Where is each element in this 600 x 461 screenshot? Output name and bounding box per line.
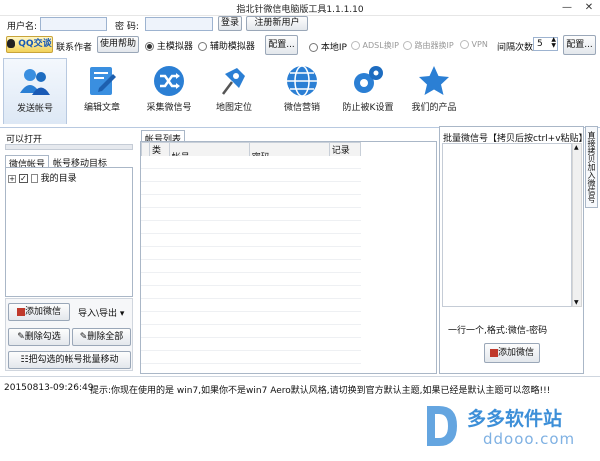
add-wechat-label: 添加微信 xyxy=(24,307,61,317)
batch-move-button[interactable]: ☷把勾选的帐号批量移动 xyxy=(8,351,131,369)
move-icon: ☷ xyxy=(20,355,29,365)
toolbar-label: 采集微信号 xyxy=(146,103,192,113)
watermark-brand: 多多软件站 xyxy=(467,408,563,430)
import-export-label: 导入\导出 xyxy=(78,309,118,319)
local-ip-option[interactable]: 本地IP xyxy=(309,40,347,53)
chevron-down-icon: ▾ xyxy=(119,309,125,319)
password-label: 密 码: xyxy=(115,22,139,32)
title-bar: 指北针微信电脑版工具1.1.1.10 — ✕ xyxy=(0,0,600,16)
add-wechat-button[interactable]: 添加微信 xyxy=(8,303,70,321)
status-timestamp: 20150813-09:26:49 xyxy=(4,383,94,393)
scroll-down-icon[interactable]: ▼ xyxy=(574,299,579,306)
watermark-url: ddooo.com xyxy=(483,430,576,448)
login-button[interactable]: 登录 xyxy=(218,16,242,31)
delete-checked-label: 删除勾选 xyxy=(24,332,61,342)
batch-wechat-panel: 批量微信号【拷贝后按ctrl+v粘贴】 ▲ ▼ 一行一个,格式:微信-密码 添加… xyxy=(439,126,588,374)
import-export-dropdown[interactable]: 导入\导出 ▾ xyxy=(78,306,124,319)
table-body xyxy=(141,156,361,373)
expand-icon[interactable]: + xyxy=(8,174,16,183)
contact-author-label: 联系作者 xyxy=(56,43,93,53)
gears-icon xyxy=(354,66,383,93)
delete-checked-button[interactable]: ✎删除勾选 xyxy=(8,328,70,346)
account-tree: + ✓ 我的目录 xyxy=(5,167,133,297)
username-input[interactable] xyxy=(40,17,107,31)
qq-chat-button[interactable]: QQ交谈 xyxy=(6,36,53,53)
add-user-icon xyxy=(16,307,25,316)
toolbar-send-accounts[interactable]: 发送帐号 xyxy=(3,58,67,124)
batch-move-label: 把勾选的帐号批量移动 xyxy=(28,355,119,365)
router-ip-option[interactable]: 路由器换IP xyxy=(403,40,454,51)
main-emulator-label: 主模拟器 xyxy=(156,42,193,52)
delete-all-button[interactable]: ✎删除全部 xyxy=(72,328,131,346)
toolbar-map-location[interactable]: 地图定位 xyxy=(202,58,266,124)
edit-document-icon xyxy=(90,67,116,95)
account-table-panel: 类型 帐号 密码 记录编号 xyxy=(140,141,437,374)
tree-node-root[interactable]: + ✓ 我的目录 xyxy=(8,171,77,184)
progress-bar xyxy=(5,144,133,150)
add-wechat-batch-label: 添加微信 xyxy=(497,348,534,358)
toolbar-wechat-marketing[interactable]: 微信营销 xyxy=(270,58,334,124)
router-ip-radio[interactable] xyxy=(403,41,412,50)
adsl-ip-label: ADSL换IP xyxy=(362,41,399,50)
batch-wechat-textarea[interactable] xyxy=(442,143,572,307)
toolbar-edit-article[interactable]: 编辑文章 xyxy=(70,58,134,124)
main-emulator-option[interactable]: 主模拟器 xyxy=(145,39,193,52)
main-emulator-radio[interactable] xyxy=(145,42,154,51)
close-icon[interactable]: ✕ xyxy=(578,1,600,15)
window-title: 指北针微信电脑版工具1.1.1.10 xyxy=(236,5,364,15)
username-label: 用户名: xyxy=(7,22,38,32)
watermark-d-icon xyxy=(427,406,457,446)
toolbar-label: 编辑文章 xyxy=(83,103,120,113)
tab-direct-paste[interactable]: 直接拷贝加入微信号 xyxy=(585,126,598,208)
aux-emulator-label: 辅助模拟器 xyxy=(209,42,255,52)
register-button[interactable]: 注册新用户 xyxy=(246,16,308,31)
router-ip-label: 路由器换IP xyxy=(414,41,454,50)
adsl-ip-radio[interactable] xyxy=(351,41,360,50)
format-hint: 一行一个,格式:微信-密码 xyxy=(448,326,548,336)
toolbar-label: 微信营销 xyxy=(283,103,320,113)
delete-all-label: 删除全部 xyxy=(87,332,124,342)
aux-emulator-option[interactable]: 辅助模拟器 xyxy=(198,39,255,52)
toolbar-label: 我们的产品 xyxy=(411,103,457,113)
tree-root-label: 我的目录 xyxy=(40,174,77,184)
adsl-ip-option[interactable]: ADSL换IP xyxy=(351,40,399,51)
interval-label: 间隔次数 xyxy=(497,43,534,53)
toolbar-our-products[interactable]: 我们的产品 xyxy=(402,58,466,124)
password-input[interactable] xyxy=(145,17,213,31)
checkbox-icon[interactable]: ✓ xyxy=(18,174,28,183)
emulator-config-button[interactable]: 配置... xyxy=(265,35,298,55)
document-icon xyxy=(30,174,38,183)
status-message: 提示:你现在使用的是 win7,如果你不是win7 Aero默认风格,请切换到官… xyxy=(90,386,551,396)
local-ip-label: 本地IP xyxy=(320,43,347,53)
toolbar-label: 地图定位 xyxy=(215,103,252,113)
interval-stepper[interactable]: 5 ▲ ▼ xyxy=(533,37,558,51)
toolbar-label: 防止被K设置 xyxy=(342,103,394,113)
qq-chat-label: QQ交谈 xyxy=(18,39,52,49)
map-pin-icon xyxy=(222,68,245,95)
vertical-scrollbar[interactable]: ▲ ▼ xyxy=(572,143,582,307)
stepper-arrows-icon[interactable]: ▲ ▼ xyxy=(551,37,556,49)
interval-value: 5 xyxy=(537,39,543,49)
local-ip-radio[interactable] xyxy=(309,43,318,52)
vpn-radio[interactable] xyxy=(460,40,469,49)
vpn-option[interactable]: VPN xyxy=(460,40,488,49)
add-wechat-batch-button[interactable]: 添加微信 xyxy=(484,343,540,363)
add-user-icon xyxy=(489,348,498,357)
help-button[interactable]: 使用帮助 xyxy=(97,36,139,53)
shuffle-icon xyxy=(154,66,184,96)
aux-emulator-radio[interactable] xyxy=(198,42,207,51)
watermark-logo: 多多软件站 ddooo.com xyxy=(423,398,593,458)
toolbar-label: 发送帐号 xyxy=(16,104,53,114)
qq-icon xyxy=(7,39,16,48)
users-icon xyxy=(20,69,50,95)
globe-icon xyxy=(287,65,317,97)
ip-config-button[interactable]: 配置... xyxy=(563,35,596,55)
vpn-label: VPN xyxy=(471,40,488,49)
scroll-up-icon[interactable]: ▲ xyxy=(574,144,579,151)
minimize-icon[interactable]: — xyxy=(556,1,578,15)
star-icon xyxy=(419,66,449,95)
toolbar-collect-wechat[interactable]: 采集微信号 xyxy=(137,58,201,124)
toolbar-anti-block-settings[interactable]: 防止被K设置 xyxy=(336,58,400,124)
eraser-icon: ✎ xyxy=(17,332,25,342)
